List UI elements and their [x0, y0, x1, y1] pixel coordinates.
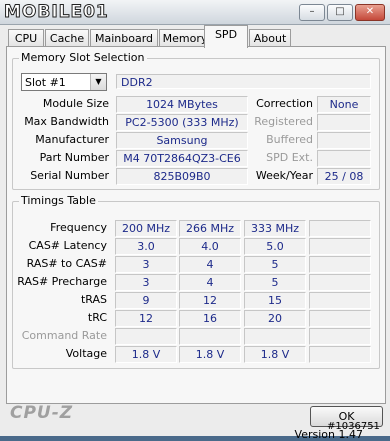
- timing-cell: [309, 292, 371, 309]
- buffered-value: [317, 132, 371, 149]
- serial-number-value: 825B09B0: [116, 168, 248, 185]
- timing-row-label: CAS# Latency: [28, 239, 107, 252]
- slot-select-value: Slot #1: [25, 76, 66, 89]
- registered-value: [317, 114, 371, 131]
- timing-cell: 4: [179, 256, 241, 273]
- timing-cell: 200 MHz: [115, 220, 177, 237]
- part-number-label: Part Number: [39, 151, 109, 164]
- timing-cell: [309, 346, 371, 363]
- timing-cell: [179, 328, 241, 345]
- spd-ext-value: [317, 150, 371, 167]
- tab-cpu[interactable]: CPU: [8, 29, 44, 47]
- timing-cell: [309, 328, 371, 345]
- timing-row-label: Voltage: [65, 347, 107, 360]
- slot-select[interactable]: Slot #1 ▼: [21, 73, 107, 91]
- timing-cell: [244, 328, 306, 345]
- chevron-down-icon[interactable]: ▼: [90, 74, 106, 90]
- tab-mainboard[interactable]: Mainboard: [90, 29, 158, 47]
- timing-cell: 5.0: [244, 238, 306, 255]
- timing-cell: [309, 256, 371, 273]
- timing-cell: [309, 310, 371, 327]
- registered-label: Registered: [254, 115, 313, 128]
- title-bar[interactable]: MOBILE01 – □ ✕: [0, 0, 390, 25]
- timing-cell: 1.8 V: [179, 346, 241, 363]
- timings-table-group: Timings Table Frequency 200 MHz 266 MHz 333…: [12, 194, 380, 369]
- timing-cell: 12: [179, 292, 241, 309]
- manufacturer-label: Manufacturer: [35, 133, 109, 146]
- timing-cell: [115, 328, 177, 345]
- timing-cell: 3: [115, 274, 177, 291]
- watermark: #1036751: [327, 421, 380, 432]
- app-logo: MOBILE01: [4, 2, 109, 22]
- timing-cell: [309, 274, 371, 291]
- timing-cell: [309, 220, 371, 237]
- timing-cell: 5: [244, 256, 306, 273]
- module-size-value: 1024 MBytes: [116, 96, 248, 113]
- week-year-label: Week/Year: [255, 169, 313, 182]
- timing-cell: 1.8 V: [115, 346, 177, 363]
- timing-row-label: RAS# Precharge: [17, 275, 107, 288]
- module-size-label: Module Size: [42, 97, 109, 110]
- timing-row-label: tRAS: [80, 293, 107, 306]
- tab-cache[interactable]: Cache: [45, 29, 89, 47]
- maximize-button[interactable]: □: [327, 4, 353, 21]
- memory-slot-group: Memory Slot Selection Slot #1 ▼ DDR2 Mod…: [12, 51, 380, 190]
- close-button[interactable]: ✕: [355, 4, 385, 21]
- cpu-z-brand: CPU-Z: [10, 403, 74, 423]
- spd-ext-label: SPD Ext.: [266, 151, 313, 164]
- tab-about[interactable]: About: [249, 29, 291, 47]
- timing-cell: 12: [115, 310, 177, 327]
- timing-cell: 5: [244, 274, 306, 291]
- spd-panel: Memory Slot Selection Slot #1 ▼ DDR2 Mod…: [6, 46, 386, 441]
- serial-number-label: Serial Number: [30, 169, 109, 182]
- timing-cell: 4: [179, 274, 241, 291]
- tab-spd[interactable]: SPD: [204, 25, 248, 48]
- timing-row-label: RAS# to CAS#: [26, 257, 107, 270]
- timing-cell: 4.0: [179, 238, 241, 255]
- timing-cell: 333 MHz: [244, 220, 306, 237]
- timing-cell: 15: [244, 292, 306, 309]
- timing-cell: 20: [244, 310, 306, 327]
- correction-value: None: [317, 96, 371, 113]
- minimize-button[interactable]: –: [299, 4, 325, 21]
- max-bandwidth-value: PC2-5300 (333 MHz): [116, 114, 248, 131]
- manufacturer-value: Samsung: [116, 132, 248, 149]
- timing-row-label: Command Rate: [21, 329, 107, 342]
- max-bandwidth-label: Max Bandwidth: [24, 115, 109, 128]
- timings-table-group-label: Timings Table: [19, 194, 98, 207]
- timing-cell: 266 MHz: [179, 220, 241, 237]
- buffered-label: Buffered: [266, 133, 313, 146]
- timing-cell: [309, 238, 371, 255]
- correction-label: Correction: [256, 97, 313, 110]
- memory-type-field: DDR2: [116, 74, 371, 89]
- memory-slot-group-label: Memory Slot Selection: [19, 51, 147, 64]
- timing-cell: 3: [115, 256, 177, 273]
- week-year-value: 25 / 08: [317, 168, 371, 185]
- timing-row-label: tRC: [87, 311, 107, 324]
- timing-cell: 1.8 V: [244, 346, 306, 363]
- timing-cell: 16: [179, 310, 241, 327]
- timing-cell: 9: [115, 292, 177, 309]
- timing-cell: 3.0: [115, 238, 177, 255]
- part-number-value: M4 70T2864QZ3-CE6: [116, 150, 248, 167]
- timing-row-label: Frequency: [50, 221, 107, 234]
